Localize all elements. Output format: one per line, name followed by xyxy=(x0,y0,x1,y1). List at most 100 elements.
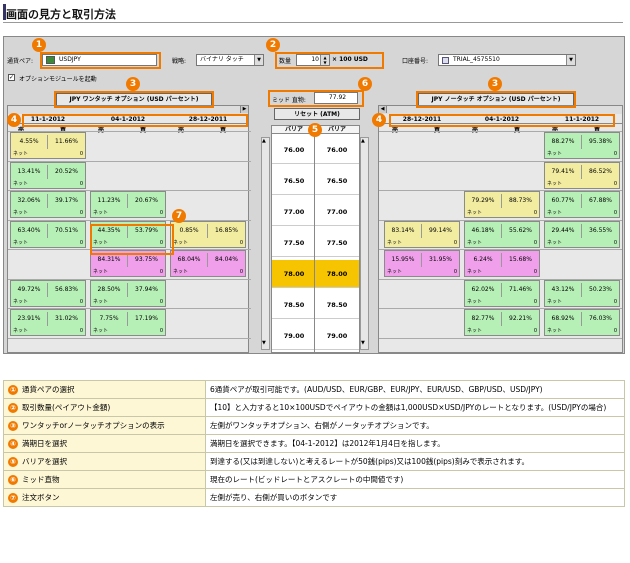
sell-price-button[interactable]: 4.55% xyxy=(11,135,48,149)
account-label: 口座番号: xyxy=(402,58,429,65)
sell-price-button[interactable]: 32.06% xyxy=(11,194,48,208)
buy-price-button[interactable]: 84.04% xyxy=(208,253,245,267)
callout-marker-4b: 4 xyxy=(372,113,386,127)
sell-price-button[interactable]: 84.31% xyxy=(91,253,128,267)
barrier-level-76-50[interactable]: 76.50 xyxy=(315,167,359,195)
barrier-level-78-50[interactable]: 78.50 xyxy=(315,291,359,319)
buy-price-button[interactable]: 17.19% xyxy=(128,312,165,326)
description-key: ⑥ ミッド直物 xyxy=(3,470,206,489)
scroll-up-icon[interactable]: ▲ xyxy=(262,138,266,144)
net-value: 0 xyxy=(533,328,537,334)
barrier-scrollbar-left[interactable] xyxy=(261,137,270,350)
scroll-up-icon[interactable]: ▲ xyxy=(361,138,365,144)
barrier-level-77-50[interactable]: 77.50 xyxy=(272,229,316,257)
order-cell: 79.41% 86.52% ネット 0 xyxy=(544,161,620,189)
barrier-level-79-00[interactable]: 79.00 xyxy=(315,322,359,350)
buy-price-button[interactable]: 56.83% xyxy=(48,283,85,297)
description-text: 到達する(又は到達しない)と考えるレートが50銭(pips)又は100銭(pip… xyxy=(205,452,625,471)
buy-price-button[interactable]: 11.66% xyxy=(48,135,85,149)
sell-price-button[interactable]: 43.12% xyxy=(545,282,582,297)
callout-marker-6: 6 xyxy=(358,77,372,91)
buy-price-button[interactable]: 20.67% xyxy=(128,194,165,208)
sell-price-button[interactable]: 82.77% xyxy=(465,312,502,326)
page-title: 画面の見方と取引方法 xyxy=(6,8,116,21)
buy-price-button[interactable]: 15.68% xyxy=(502,253,539,267)
sell-price-button[interactable]: 15.95% xyxy=(385,253,422,267)
description-key: ② 取引数量(ペイアウト金額) xyxy=(3,398,206,417)
buy-price-button[interactable]: 86.52% xyxy=(582,165,619,179)
net-value: 0 xyxy=(239,269,243,275)
net-value: 0 xyxy=(79,210,83,216)
chevron-down-icon: ▼ xyxy=(254,55,263,65)
barrier-scrollbar-right[interactable] xyxy=(360,137,369,350)
number-badge: ③ xyxy=(8,421,18,431)
sell-price-button[interactable]: 62.02% xyxy=(465,282,502,297)
sell-price-button[interactable]: 13.41% xyxy=(11,164,48,179)
buy-price-button[interactable]: 93.75% xyxy=(128,253,165,267)
buy-price-button[interactable]: 67.88% xyxy=(582,194,619,208)
order-cell: 79.29% 88.73% ネット 0 xyxy=(464,191,540,218)
sell-price-button[interactable]: 49.72% xyxy=(11,282,48,297)
scroll-down-icon[interactable]: ▼ xyxy=(361,340,365,346)
barrier-level-76-00[interactable]: 76.00 xyxy=(272,136,316,164)
sell-price-button[interactable]: 68.04% xyxy=(171,253,208,267)
buy-price-button[interactable]: 55.62% xyxy=(502,224,539,238)
barrier-level-77-00[interactable]: 77.00 xyxy=(315,198,359,226)
buy-price-button[interactable]: 31.95% xyxy=(422,253,459,267)
buy-price-button[interactable]: 39.17% xyxy=(48,194,85,208)
chevron-right-icon[interactable]: ▶ xyxy=(240,106,248,113)
buy-price-button[interactable]: 36.55% xyxy=(582,224,619,238)
sell-price-button[interactable]: 29.44% xyxy=(545,223,582,238)
buy-price-button[interactable]: 37.94% xyxy=(128,283,165,297)
buy-price-button[interactable]: 50.23% xyxy=(582,283,619,297)
sell-price-button[interactable]: 79.29% xyxy=(465,194,502,208)
sell-price-button[interactable]: 11.23% xyxy=(91,194,128,208)
strategy-select[interactable]: バイナリ タッチ ▼ xyxy=(196,54,264,66)
barrier-level-78-00[interactable]: 78.00 xyxy=(315,260,359,288)
sell-price-button[interactable]: 28.50% xyxy=(91,282,128,297)
barrier-level-76-00[interactable]: 76.00 xyxy=(315,136,359,164)
barrier-level-77-50[interactable]: 77.50 xyxy=(315,229,359,257)
sell-price-button[interactable]: 0.85% xyxy=(171,223,208,238)
sell-price-button[interactable]: 88.27% xyxy=(545,135,582,149)
net-value: 0 xyxy=(79,298,83,305)
strategy-label: 戦略: xyxy=(172,58,187,65)
sell-price-button[interactable]: 68.92% xyxy=(545,312,582,326)
account-select[interactable]: TRIAL_4575510 ▼ xyxy=(438,54,576,66)
sell-price-button[interactable]: 83.14% xyxy=(385,223,422,238)
callout-marker-5: 5 xyxy=(308,123,322,137)
order-cell: 62.02% 71.46% ネット 0 xyxy=(464,279,540,307)
buy-price-button[interactable]: 70.51% xyxy=(48,224,85,238)
sell-price-button[interactable]: 6.24% xyxy=(465,253,502,267)
net-value: 0 xyxy=(79,151,83,157)
description-key-text: 通貨ペアの選択 xyxy=(22,385,75,394)
buy-price-button[interactable]: 71.46% xyxy=(502,283,539,297)
buy-price-button[interactable]: 76.03% xyxy=(582,312,619,326)
buy-price-button[interactable]: 31.02% xyxy=(48,312,85,326)
barrier-level-79-00[interactable]: 79.00 xyxy=(272,322,316,350)
option-module-checkbox[interactable]: ✓ xyxy=(8,74,15,81)
sell-price-button[interactable]: 7.75% xyxy=(91,312,128,326)
buy-price-button[interactable]: 92.21% xyxy=(502,312,539,326)
number-badge: ① xyxy=(8,385,18,395)
buy-price-button[interactable]: 99.14% xyxy=(422,224,459,238)
barrier-column-left: バリア 76.00 76.50 77.00 77.50 78.00 78.50 79.00 xyxy=(271,125,317,353)
sell-price-button[interactable]: 63.40% xyxy=(11,223,48,238)
sell-price-button[interactable]: 46.18% xyxy=(465,223,502,238)
sell-price-button[interactable]: 79.41% xyxy=(545,164,582,179)
buy-price-button[interactable]: 95.38% xyxy=(582,135,619,149)
chevron-left-icon[interactable]: ◀ xyxy=(379,106,387,113)
barrier-level-78-00[interactable]: 78.00 xyxy=(272,260,316,288)
sell-price-button[interactable]: 60.77% xyxy=(545,194,582,208)
buy-price-button[interactable]: 16.85% xyxy=(208,224,245,238)
barrier-level-76-50[interactable]: 76.50 xyxy=(272,167,316,195)
buy-price-button[interactable]: 20.52% xyxy=(48,165,85,179)
net-label: ネット xyxy=(467,210,483,216)
buy-price-button[interactable]: 88.73% xyxy=(502,194,539,208)
barrier-level-78-50[interactable]: 78.50 xyxy=(272,291,316,319)
sell-price-button[interactable]: 23.91% xyxy=(11,312,48,326)
scroll-down-icon[interactable]: ▼ xyxy=(262,340,266,346)
reset-atm-button[interactable]: リセット (ATM) xyxy=(274,108,360,120)
description-key-text: 取引数量(ペイアウト金額) xyxy=(22,403,111,412)
barrier-level-77-00[interactable]: 77.00 xyxy=(272,198,316,226)
